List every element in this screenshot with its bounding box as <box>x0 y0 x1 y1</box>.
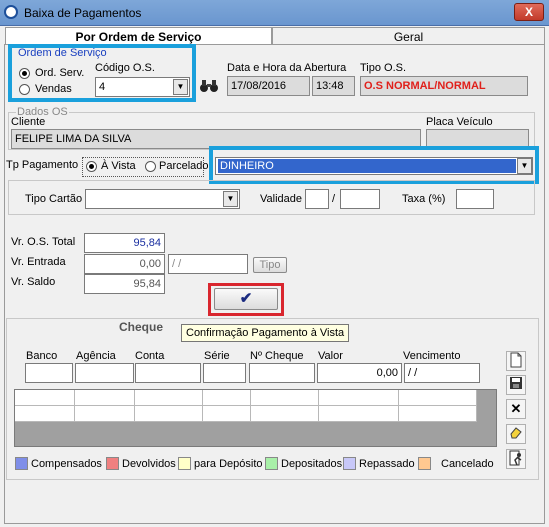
label-avista: À Vista <box>101 160 136 172</box>
binoculars-icon[interactable] <box>199 78 219 96</box>
tipo-os-label: Tipo O.S. <box>360 62 407 74</box>
grid-cell <box>319 406 399 422</box>
entrada-label: Vr. Entrada <box>11 256 66 268</box>
legend-compensados: Compensados <box>31 458 102 470</box>
col-banco: Banco <box>26 350 58 362</box>
serie-input[interactable] <box>203 363 246 383</box>
legend-swatch-devolvidos <box>106 457 119 470</box>
forma-pagamento-select[interactable]: DINHEIRO ▼ <box>215 157 533 175</box>
valor-input[interactable]: 0,00 <box>317 363 402 383</box>
codigo-value: 4 <box>99 81 106 93</box>
grid-cell <box>319 390 399 406</box>
grid-cell <box>203 390 251 406</box>
legend-devolvidos: Devolvidos <box>122 458 176 470</box>
check-icon: ✔ <box>239 290 253 307</box>
num-cheque-input[interactable] <box>249 363 315 383</box>
abertura-date: 17/08/2016 <box>227 76 310 96</box>
col-serie: Série <box>204 350 230 362</box>
label-ord-serv: Ord. Serv. <box>35 67 85 79</box>
total-value: 95,84 <box>84 233 165 253</box>
ordem-group-label: Ordem de Serviço <box>18 47 107 59</box>
legend-swatch-cancelado <box>418 457 431 470</box>
abertura-time: 13:48 <box>312 76 355 96</box>
legend-swatch-para-deposito <box>178 457 191 470</box>
codigo-label: Código O.S. <box>95 62 155 74</box>
col-conta: Conta <box>135 350 165 362</box>
total-label: Vr. O.S. Total <box>11 236 76 248</box>
grid-cell <box>15 390 75 406</box>
delete-icon[interactable]: ✕ <box>506 399 526 419</box>
grid-cell <box>135 406 203 422</box>
tipo-button[interactable]: Tipo <box>253 257 287 273</box>
placa-label: Placa Veículo <box>426 116 493 128</box>
col-vencimento: Vencimento <box>403 350 461 362</box>
radio-parcelado[interactable] <box>145 161 156 172</box>
col-valor: Valor <box>318 350 343 362</box>
legend-cancelado: Cancelado <box>441 458 494 470</box>
chevron-down-icon[interactable]: ▼ <box>517 158 532 174</box>
legend-repassado: Repassado <box>359 458 415 470</box>
grid-cell <box>75 406 135 422</box>
app-icon <box>4 5 18 19</box>
saldo-value: 95,84 <box>84 274 165 294</box>
exit-icon[interactable] <box>506 449 526 469</box>
col-num-cheque: Nº Cheque <box>250 350 304 362</box>
cheque-title: Cheque <box>119 320 164 334</box>
window-title: Baixa de Pagamentos <box>24 6 142 20</box>
close-button[interactable]: X <box>514 3 544 21</box>
tipo-cartao-select[interactable] <box>85 189 240 209</box>
conta-input[interactable] <box>135 363 201 383</box>
confirm-tooltip: Confirmação Pagamento à Vista <box>181 324 350 342</box>
tp-pagamento-label: Tp Pagamento <box>6 159 79 171</box>
grid-cell <box>399 390 477 406</box>
vencimento-input[interactable]: / / <box>404 363 480 383</box>
legend-swatch-repassado <box>343 457 356 470</box>
grid-cell <box>135 390 203 406</box>
legend-depositados: Depositados <box>281 458 343 470</box>
saldo-label: Vr. Saldo <box>11 276 56 288</box>
col-agencia: Agência <box>76 350 116 362</box>
radio-avista[interactable] <box>86 161 97 172</box>
tab-geral[interactable]: Geral <box>272 27 545 45</box>
forma-pagamento-value: DINHEIRO <box>218 159 516 173</box>
grid-cell <box>15 406 75 422</box>
agencia-input[interactable] <box>75 363 134 383</box>
cheque-grid-rows <box>15 390 477 422</box>
grid-cell <box>251 390 319 406</box>
grid-cell <box>203 406 251 422</box>
chevron-down-icon[interactable]: ▼ <box>173 79 188 95</box>
radio-ord-serv[interactable] <box>19 68 30 79</box>
radio-vendas[interactable] <box>19 84 30 95</box>
chevron-down-icon[interactable]: ▼ <box>223 191 238 207</box>
grid-cell <box>251 406 319 422</box>
legend-swatch-depositados <box>265 457 278 470</box>
grid-cell <box>75 390 135 406</box>
tab-por-ordem[interactable]: Por Ordem de Serviço <box>5 27 272 45</box>
grid-cell <box>399 406 477 422</box>
banco-input[interactable] <box>25 363 73 383</box>
abertura-label: Data e Hora da Abertura <box>227 62 347 74</box>
validade-label: Validade <box>260 193 302 205</box>
save-icon[interactable] <box>506 375 526 395</box>
entrada-date-input[interactable]: / / <box>168 254 248 274</box>
cliente-label: Cliente <box>11 116 46 128</box>
validade-sep: / <box>332 193 336 205</box>
label-parcelado: Parcelado <box>159 160 209 172</box>
tipo-cartao-label: Tipo Cartão <box>25 193 83 205</box>
validade-ano-input[interactable] <box>340 189 380 209</box>
legend-para-deposito: para Depósito <box>194 458 263 470</box>
new-document-icon[interactable] <box>506 351 526 371</box>
cheque-grid[interactable] <box>14 389 497 447</box>
validade-mes-input[interactable] <box>305 189 329 209</box>
entrada-input[interactable]: 0,00 <box>84 254 165 274</box>
eraser-icon[interactable] <box>506 424 526 444</box>
label-vendas: Vendas <box>35 83 72 95</box>
taxa-label: Taxa (%) <box>402 193 446 205</box>
confirm-button[interactable]: ✔ <box>214 288 278 310</box>
taxa-input[interactable] <box>456 189 494 209</box>
legend-swatch-compensados <box>15 457 28 470</box>
tipo-os-value: O.S NORMAL/NORMAL <box>360 76 528 96</box>
